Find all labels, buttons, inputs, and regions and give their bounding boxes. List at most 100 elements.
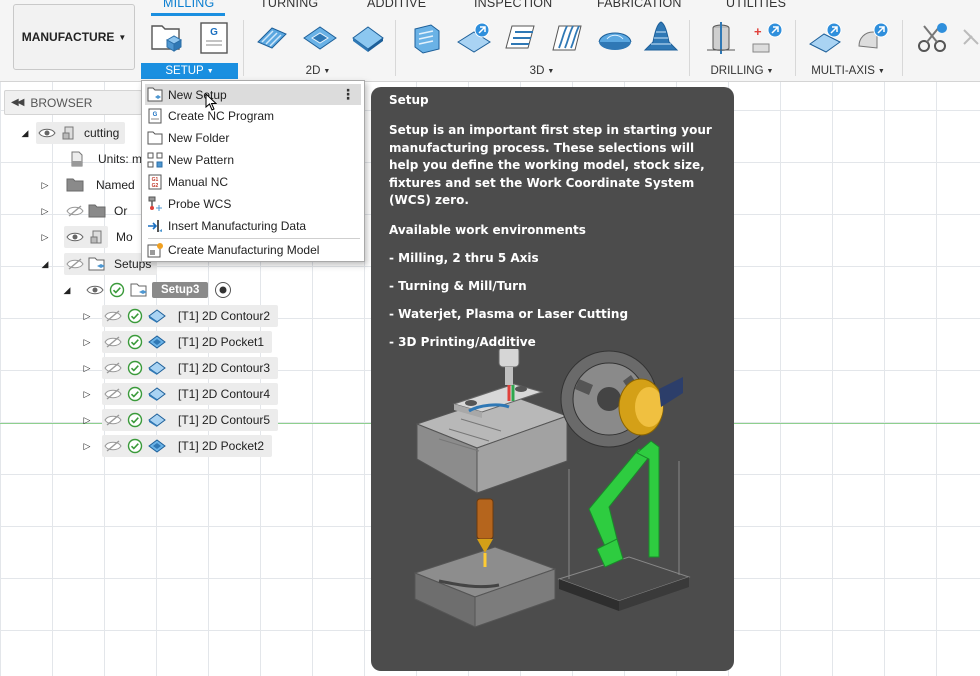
collapsed-triangle-icon[interactable]: ▷ (40, 232, 50, 243)
operation-row[interactable]: ▷ [T1] 2D Contour4 (82, 382, 279, 406)
collapsed-triangle-icon[interactable]: ▷ (82, 415, 92, 426)
expanded-triangle-icon[interactable]: ◢ (40, 259, 50, 270)
eye-hidden-icon[interactable] (102, 410, 124, 430)
3d-parallel-icon[interactable] (549, 20, 585, 56)
collapsed-triangle-icon[interactable]: ▷ (82, 311, 92, 322)
collapsed-triangle-icon[interactable]: ▷ (82, 337, 92, 348)
2d-pocket-icon[interactable] (302, 20, 338, 56)
folder-icon (145, 128, 165, 148)
workspace-switcher-button[interactable]: MANUFACTURE ▼ (13, 4, 135, 70)
eye-icon[interactable] (84, 280, 106, 300)
setups-folder-icon (86, 254, 108, 274)
tree-row-origin[interactable]: ▷ Or (40, 199, 128, 223)
eye-hidden-icon[interactable] (102, 436, 124, 456)
more-options-icon[interactable]: ⋮ (341, 86, 355, 103)
menu-item-new-folder[interactable]: New Folder (145, 127, 361, 148)
eye-hidden-icon[interactable] (102, 358, 124, 378)
chevron-down-icon: ▼ (206, 67, 214, 75)
tree-row-setup3[interactable]: ◢ Setup3 (62, 278, 234, 302)
swarf-icon[interactable] (855, 20, 891, 56)
expanded-triangle-icon[interactable]: ◢ (20, 128, 30, 139)
menu-item-manual-nc[interactable]: G1 G2 Manual NC (145, 171, 361, 192)
2d-contour-icon (146, 410, 168, 430)
menu-item-label: Create Manufacturing Model (168, 242, 320, 257)
tree-row-units[interactable]: Units: m (66, 147, 142, 171)
3d-group-menu[interactable]: 3D ▼ (520, 63, 564, 79)
eye-hidden-icon[interactable] (64, 201, 86, 221)
collapsed-triangle-icon[interactable]: ▷ (82, 389, 92, 400)
multi-axis-contour-icon[interactable] (808, 20, 844, 56)
multi-axis-group-menu[interactable]: MULTI-AXIS ▼ (808, 63, 888, 79)
operation-row[interactable]: ▷ [T1] 2D Pocket1 (82, 330, 273, 354)
3d-contour-icon[interactable] (502, 20, 538, 56)
toolbar-divider (395, 20, 396, 76)
cut-icon[interactable] (914, 20, 950, 56)
tree-row-setups[interactable]: ◢ Setups (40, 252, 158, 276)
nc-program-icon[interactable]: G (197, 20, 233, 56)
collapsed-triangle-icon[interactable]: ▷ (82, 441, 92, 452)
manufacturing-model-icon (145, 240, 165, 260)
tooltip-title: Setup (389, 93, 429, 107)
tree-root-row[interactable]: ◢ cutting (20, 121, 126, 145)
menu-item-probe-wcs[interactable]: Probe WCS (145, 193, 361, 214)
menu-item-create-nc-program[interactable]: G Create NC Program (145, 105, 361, 126)
menu-item-new-pattern[interactable]: New Pattern (145, 149, 361, 170)
browser-panel-header[interactable]: ◀◀ BROWSER (4, 90, 142, 115)
eye-icon[interactable] (36, 123, 58, 143)
nc-program-icon: G (145, 106, 165, 126)
collapsed-triangle-icon[interactable]: ▷ (82, 363, 92, 374)
drilling-group-menu[interactable]: DRILLING ▼ (706, 63, 778, 79)
toolbar-divider (243, 20, 244, 76)
operation-row[interactable]: ▷ [T1] 2D Pocket2 (82, 434, 273, 458)
tooltip-env-cutting: - Waterjet, Plasma or Laser Cutting (389, 306, 629, 321)
setup3-label[interactable]: Setup3 (152, 282, 209, 298)
tab-additive[interactable]: ADDITIVE (367, 0, 426, 10)
tab-milling[interactable]: MILLING (163, 0, 214, 10)
2d-adaptive-icon[interactable] (255, 20, 291, 56)
2d-face-icon[interactable] (350, 20, 386, 56)
check-circle-icon (106, 280, 128, 300)
new-setup-icon[interactable] (149, 20, 185, 56)
eye-icon[interactable] (64, 227, 86, 247)
menu-item-create-manufacturing-model[interactable]: Create Manufacturing Model (145, 239, 361, 260)
eye-hidden-icon[interactable] (102, 384, 124, 404)
eye-hidden-icon[interactable] (64, 254, 86, 274)
tooltip-description: Setup is an important first step in star… (389, 123, 712, 207)
tree-row-models[interactable]: ▷ Mo (40, 225, 133, 249)
setup-dropdown-menu: New Setup ⋮ G Create NC Program New Fold… (141, 80, 365, 262)
folder-icon (86, 201, 108, 221)
overflow-tool-icon[interactable] (960, 20, 980, 56)
3d-scallop-icon[interactable] (597, 20, 633, 56)
tab-fabrication[interactable]: FABRICATION (597, 0, 682, 10)
collapse-panel-icon[interactable]: ◀◀ (11, 97, 24, 108)
2d-group-menu[interactable]: 2D ▼ (296, 63, 340, 79)
2d-contour-icon (146, 384, 168, 404)
operation-row[interactable]: ▷ [T1] 2D Contour3 (82, 356, 279, 380)
activate-radio-icon[interactable] (212, 280, 234, 300)
tooltip-env-turning: - Turning & Mill/Turn (389, 278, 527, 293)
collapsed-triangle-icon[interactable]: ▷ (40, 180, 50, 191)
tree-row-named-views[interactable]: ▷ Named (40, 173, 135, 197)
hole-recognition-icon[interactable]: + (749, 20, 785, 56)
manual-nc-icon: G1 G2 (145, 172, 165, 192)
tab-inspection[interactable]: INSPECTION (474, 0, 552, 10)
cutting-illustration (413, 498, 557, 628)
eye-hidden-icon[interactable] (102, 306, 124, 326)
tab-utilities[interactable]: UTILITIES (726, 0, 786, 10)
expanded-triangle-icon[interactable]: ◢ (62, 285, 72, 296)
3d-pocket-icon[interactable] (456, 20, 492, 56)
operation-row[interactable]: ▷ [T1] 2D Contour2 (82, 304, 279, 328)
tab-turning[interactable]: TURNING (260, 0, 318, 10)
operation-row[interactable]: ▷ [T1] 2D Contour5 (82, 408, 279, 432)
drill-icon[interactable] (703, 20, 739, 56)
3d-adaptive-icon[interactable] (409, 20, 445, 56)
setup-group-menu[interactable]: SETUP ▼ (141, 63, 238, 79)
collapsed-triangle-icon[interactable]: ▷ (40, 206, 50, 217)
units-label: Units: m (98, 152, 143, 166)
svg-text:G: G (210, 27, 218, 38)
menu-item-insert-manufacturing-data[interactable]: Insert Manufacturing Data (145, 215, 361, 236)
tooltip-environments-heading: Available work environments (389, 222, 586, 237)
menu-item-new-setup[interactable]: New Setup ⋮ (145, 84, 361, 105)
3d-steep-shallow-icon[interactable] (643, 20, 679, 56)
eye-hidden-icon[interactable] (102, 332, 124, 352)
